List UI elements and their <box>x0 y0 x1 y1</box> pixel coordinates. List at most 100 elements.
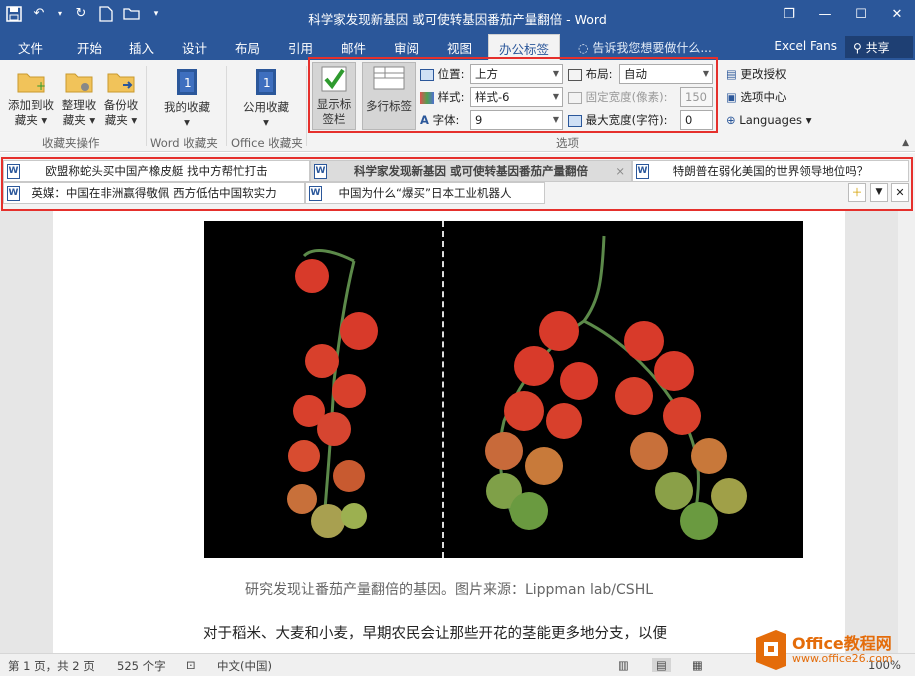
document-tab-active[interactable]: W 科学家发现新基因 或可使转基因番茄产量翻倍 × <box>310 160 632 182</box>
max-width-icon <box>568 114 582 127</box>
web-layout-icon[interactable]: ▦ <box>692 658 703 672</box>
group-separator <box>226 66 227 146</box>
multi-row-tabs-icon <box>373 66 405 90</box>
add-to-favorites-label: 添加到收藏夹 <box>8 98 54 127</box>
user-name[interactable]: Excel Fans <box>774 39 837 53</box>
word-favorites-icon: 1 <box>177 69 197 95</box>
layout-select[interactable]: 自动 ▼ <box>619 64 713 84</box>
chevron-down-icon: ▼ <box>552 92 559 101</box>
tab-list-dropdown-button[interactable]: ▼ <box>870 183 888 202</box>
image-caption: 研究发现让番茄产量翻倍的基因。图片来源：Lippman lab/CSHL <box>244 582 654 598</box>
style-row: 样式: <box>420 87 465 107</box>
tab-view[interactable]: 视图 <box>447 38 472 57</box>
public-favorites-label: 公用收藏 <box>243 100 289 114</box>
style-select[interactable]: 样式-6 ▼ <box>470 87 563 107</box>
new-document-button[interactable]: ＋ <box>848 183 866 202</box>
tab-review[interactable]: 审阅 <box>394 38 419 57</box>
favorites-group-label: 收藏夹操作 <box>42 136 100 150</box>
tab-close-icon[interactable]: × <box>615 161 625 181</box>
max-width-label: 最大宽度(字符): <box>585 113 668 127</box>
print-layout-icon[interactable]: ▤ <box>652 658 671 672</box>
options-center-button[interactable]: ▣ 选项中心 <box>726 87 787 107</box>
read-mode-icon[interactable]: ▥ <box>618 658 629 672</box>
layout-icon <box>568 68 582 81</box>
public-favorites-button[interactable]: 1 公用收藏 ▾ <box>236 68 296 130</box>
tab-layout[interactable]: 布局 <box>235 38 260 57</box>
my-favorites-label: 我的收藏 <box>164 100 210 114</box>
organize-favorites-button[interactable]: 整理收藏夹 ▾ <box>59 68 99 128</box>
add-to-favorites-button[interactable]: + 添加到收藏夹 ▾ <box>5 68 57 128</box>
document-tab-title: 特朗普在弱化美国的世界领导地位吗？ <box>672 164 869 178</box>
watermark-url: www.office26.com <box>792 652 893 665</box>
document-tab[interactable]: W 英媒：中国在非洲赢得敬佩 西方低估中国软实力 <box>3 182 305 204</box>
person-icon: ⚲ <box>853 41 862 55</box>
document-tab[interactable]: W 欧盟称蛇头买中国产橡皮艇 找中方帮忙打击 <box>3 160 310 182</box>
layout-row: 布局: <box>568 64 613 84</box>
multi-row-tabs-button[interactable]: 多行标签 <box>362 62 416 130</box>
document-tab-title: 欧盟称蛇头买中国产橡皮艇 找中方帮忙打击 <box>45 164 268 178</box>
close-all-tabs-button[interactable]: ✕ <box>891 183 909 202</box>
folder-gear-icon <box>65 73 93 93</box>
word-doc-icon: W <box>309 186 322 201</box>
folder-add-icon: + <box>17 73 46 93</box>
layout-value: 自动 <box>624 67 647 81</box>
max-width-input[interactable]: 0 <box>680 110 713 130</box>
tell-me-box[interactable]: ◌ 告诉我您想要做什么... <box>578 39 712 56</box>
tab-design[interactable]: 设计 <box>182 38 207 57</box>
proofing-icon[interactable]: ⊡ <box>186 658 196 672</box>
document-tab-title: 中国为什么“爆买”日本工业机器人 <box>338 186 512 200</box>
change-license-button[interactable]: ▤ 更改授权 <box>726 64 787 84</box>
ribbon-display-options-icon[interactable]: ❐ <box>771 0 807 30</box>
tab-references[interactable]: 引用 <box>288 38 313 57</box>
font-size-select[interactable]: 9 ▼ <box>470 110 563 130</box>
tomato-photo[interactable] <box>204 221 803 558</box>
layout-label: 布局: <box>585 67 613 81</box>
tab-mailings[interactable]: 邮件 <box>341 38 366 57</box>
maximize-button[interactable]: ☐ <box>843 0 879 30</box>
document-tab-title: 英媒：中国在非洲赢得敬佩 西方低估中国软实力 <box>31 186 277 200</box>
page-count[interactable]: 第 1 页，共 2 页 <box>8 658 95 674</box>
max-width-row: 最大宽度(字符): <box>568 110 668 130</box>
vertical-scrollbar[interactable] <box>898 211 915 653</box>
word-doc-icon: W <box>7 186 20 201</box>
word-doc-icon: W <box>314 164 327 179</box>
tab-insert[interactable]: 插入 <box>129 38 154 57</box>
close-button[interactable]: ✕ <box>879 0 915 30</box>
lightbulb-icon: ◌ <box>578 41 589 55</box>
position-icon <box>420 68 434 81</box>
checkmark-icon <box>321 66 347 92</box>
options-center-icon: ▣ <box>726 90 737 104</box>
title-bar: ↶ ▾ ↻ ▾ 科学家发现新基因 或可使转基因番茄产量翻倍 - Word ❐ —… <box>0 0 915 34</box>
office26-watermark: Office教程网 www.office26.com <box>752 626 912 672</box>
document-tab[interactable]: W 特朗普在弱化美国的世界领导地位吗？ <box>632 160 909 182</box>
languages-label: Languages <box>739 113 803 127</box>
document-tab[interactable]: W 中国为什么“爆买”日本工业机器人 <box>305 182 545 204</box>
tab-file[interactable]: 文件 <box>18 38 43 57</box>
change-license-label: 更改授权 <box>740 67 787 81</box>
share-button[interactable]: ⚲ 共享 <box>845 36 913 58</box>
tab-home[interactable]: 开始 <box>77 38 102 57</box>
languages-button[interactable]: ⊕ Languages ▾ <box>726 110 811 130</box>
ribbon: + 添加到收藏夹 ▾ 整理收藏夹 ▾ 备份收藏夹 ▾ 收藏夹操作 1 我的收藏 ▾… <box>0 57 915 152</box>
svg-text:1: 1 <box>184 76 192 90</box>
body-paragraph: 对于稻米、大麦和小麦，早期农民会让那些开花的茎能更多地分支，以便 <box>203 626 667 642</box>
tell-me-text: 告诉我您想要做什么... <box>592 41 712 55</box>
chevron-down-icon: ▼ <box>552 69 559 78</box>
backup-favorites-button[interactable]: 备份收藏夹 ▾ <box>101 68 141 128</box>
ribbon-collapse-icon[interactable]: ▲ <box>902 138 909 148</box>
minimize-button[interactable]: — <box>807 0 843 30</box>
license-icon: ▤ <box>726 67 737 81</box>
options-center-label: 选项中心 <box>740 90 787 104</box>
document-page[interactable]: 研究发现让番茄产量翻倍的基因。图片来源：Lippman lab/CSHL 对于稻… <box>53 211 845 653</box>
word-count[interactable]: 525 个字 <box>117 658 166 674</box>
my-favorites-button[interactable]: 1 我的收藏 ▾ <box>157 68 217 130</box>
font-icon: A <box>420 113 429 127</box>
show-tab-bar-button[interactable]: 显示标签栏 <box>312 62 356 130</box>
position-value: 上方 <box>475 67 498 81</box>
language-indicator[interactable]: 中文(中国) <box>217 658 272 674</box>
fixed-width-label: 固定宽度(像素): <box>585 90 668 104</box>
multi-row-tabs-label: 多行标签 <box>366 99 412 113</box>
fixed-width-input[interactable]: 150 <box>680 87 713 107</box>
position-row: 位置: <box>420 64 465 84</box>
position-select[interactable]: 上方 ▼ <box>470 64 563 84</box>
